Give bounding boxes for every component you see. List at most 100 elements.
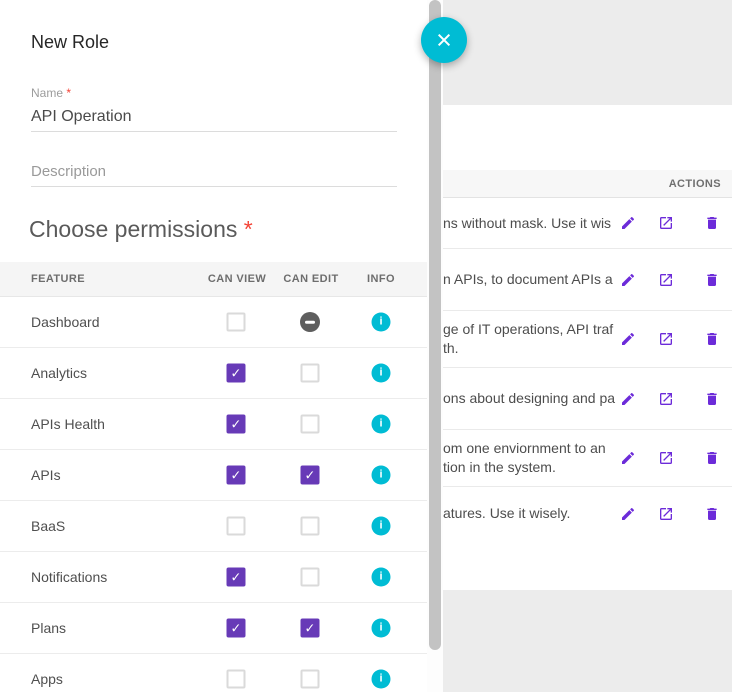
drawer-scrollbar-thumb[interactable] xyxy=(429,0,441,650)
open-in-new-icon[interactable] xyxy=(658,272,674,288)
background-page: ACTIONS ns without mask. Use it wis n AP… xyxy=(443,0,732,692)
open-in-new-icon[interactable] xyxy=(658,331,674,347)
delete-icon[interactable] xyxy=(704,506,720,522)
feature-label: Notifications xyxy=(31,569,107,585)
permission-row: APIs ✓ ✓ i xyxy=(0,450,427,501)
open-in-new-icon[interactable] xyxy=(658,450,674,466)
feature-label: APIs Health xyxy=(31,416,105,432)
drawer-title: New Role xyxy=(31,32,109,53)
can-edit-column-header: CAN EDIT xyxy=(283,273,338,285)
choose-permissions-heading: Choose permissions * xyxy=(29,216,253,243)
can-view-checkbox[interactable]: ✓ xyxy=(227,313,246,332)
required-asterisk: * xyxy=(244,216,253,242)
feature-column-header: FEATURE xyxy=(31,273,85,285)
permission-row: Apps ✓ ✓ i xyxy=(0,654,427,692)
check-icon: ✓ xyxy=(305,622,316,635)
open-in-new-icon[interactable] xyxy=(658,391,674,407)
delete-icon[interactable] xyxy=(704,215,720,231)
delete-icon[interactable] xyxy=(704,272,720,288)
info-column-header: INFO xyxy=(367,273,395,285)
delete-icon[interactable] xyxy=(704,331,720,347)
info-icon[interactable]: i xyxy=(372,619,391,638)
roles-table-body: ns without mask. Use it wis n APIs, to d… xyxy=(443,198,732,540)
info-icon[interactable]: i xyxy=(372,364,391,383)
close-icon: × xyxy=(436,25,452,56)
roles-table-header: ACTIONS xyxy=(443,170,732,198)
permission-row: Analytics ✓ ✓ i xyxy=(0,348,427,399)
table-row: ons about designing and pa xyxy=(443,368,732,430)
feature-label: Apps xyxy=(31,671,63,687)
table-row: n APIs, to document APIs a xyxy=(443,249,732,311)
check-icon: ✓ xyxy=(305,469,316,482)
can-view-checkbox[interactable]: ✓ xyxy=(227,517,246,536)
table-row: om one enviornment to an tion in the sys… xyxy=(443,430,732,487)
edit-icon[interactable] xyxy=(620,331,636,347)
can-edit-checkbox[interactable]: ✓ xyxy=(301,364,320,383)
roles-table-card: ACTIONS ns without mask. Use it wis n AP… xyxy=(443,105,732,590)
can-view-checkbox[interactable]: ✓ xyxy=(227,466,246,485)
permission-row: APIs Health ✓ ✓ i xyxy=(0,399,427,450)
permission-row: Plans ✓ ✓ i xyxy=(0,603,427,654)
table-row: ns without mask. Use it wis xyxy=(443,198,732,249)
table-row: atures. Use it wisely. xyxy=(443,487,732,540)
can-edit-checkbox[interactable]: ✓ xyxy=(301,415,320,434)
permission-row: Notifications ✓ ✓ i xyxy=(0,552,427,603)
name-input[interactable] xyxy=(31,102,397,132)
check-icon: ✓ xyxy=(231,469,242,482)
permission-row: Dashboard ✓ ✓ i xyxy=(0,297,427,348)
feature-label: Dashboard xyxy=(31,314,100,330)
check-icon: ✓ xyxy=(231,571,242,584)
feature-label: BaaS xyxy=(31,518,65,534)
role-description-text: ns without mask. Use it wis xyxy=(443,214,623,233)
name-field-label: Name * xyxy=(31,86,71,100)
can-edit-checkbox[interactable]: ✓ xyxy=(301,466,320,485)
edit-icon[interactable] xyxy=(620,215,636,231)
permissions-table-body: Dashboard ✓ ✓ i Analytics ✓ ✓ i APIs Hea… xyxy=(0,297,427,692)
actions-column-header: ACTIONS xyxy=(669,178,732,190)
drawer-scrollbar-track xyxy=(427,0,443,692)
permissions-table-header: FEATURE CAN VIEW CAN EDIT INFO xyxy=(0,262,427,297)
can-edit-checkbox[interactable]: ✓ xyxy=(301,670,320,689)
delete-icon[interactable] xyxy=(704,450,720,466)
check-icon: ✓ xyxy=(231,622,242,635)
feature-label: Analytics xyxy=(31,365,87,381)
role-description-text: atures. Use it wisely. xyxy=(443,504,623,523)
can-edit-checkbox[interactable]: ✓ xyxy=(301,517,320,536)
open-in-new-icon[interactable] xyxy=(658,506,674,522)
edit-icon[interactable] xyxy=(620,272,636,288)
open-in-new-icon[interactable] xyxy=(658,215,674,231)
can-view-checkbox[interactable]: ✓ xyxy=(227,364,246,383)
role-description-text: ons about designing and pa xyxy=(443,389,623,408)
info-icon[interactable]: i xyxy=(372,313,391,332)
role-description-text: om one enviornment to an tion in the sys… xyxy=(443,439,623,477)
role-description-text: ge of IT operations, API traf th. xyxy=(443,320,623,358)
edit-icon[interactable] xyxy=(620,506,636,522)
edit-icon[interactable] xyxy=(620,450,636,466)
can-edit-checkbox[interactable]: ✓ xyxy=(300,312,320,332)
info-icon[interactable]: i xyxy=(372,517,391,536)
permission-row: BaaS ✓ ✓ i xyxy=(0,501,427,552)
can-view-checkbox[interactable]: ✓ xyxy=(227,619,246,638)
close-drawer-button[interactable]: × xyxy=(421,17,467,63)
new-role-drawer: New Role Name * Choose permissions * FEA… xyxy=(0,0,427,692)
role-description-text: n APIs, to document APIs a xyxy=(443,270,623,289)
delete-icon[interactable] xyxy=(704,391,720,407)
description-input[interactable] xyxy=(31,156,397,187)
info-icon[interactable]: i xyxy=(372,415,391,434)
can-edit-checkbox[interactable]: ✓ xyxy=(301,568,320,587)
table-row: ge of IT operations, API traf th. xyxy=(443,311,732,368)
required-asterisk: * xyxy=(66,86,71,100)
can-edit-checkbox[interactable]: ✓ xyxy=(301,619,320,638)
feature-label: Plans xyxy=(31,620,66,636)
info-icon[interactable]: i xyxy=(372,466,391,485)
can-view-column-header: CAN VIEW xyxy=(208,273,266,285)
can-view-checkbox[interactable]: ✓ xyxy=(227,670,246,689)
can-view-checkbox[interactable]: ✓ xyxy=(227,415,246,434)
feature-label: APIs xyxy=(31,467,61,483)
check-icon: ✓ xyxy=(231,367,242,380)
can-view-checkbox[interactable]: ✓ xyxy=(227,568,246,587)
info-icon[interactable]: i xyxy=(372,670,391,689)
info-icon[interactable]: i xyxy=(372,568,391,587)
check-icon: ✓ xyxy=(231,418,242,431)
edit-icon[interactable] xyxy=(620,391,636,407)
